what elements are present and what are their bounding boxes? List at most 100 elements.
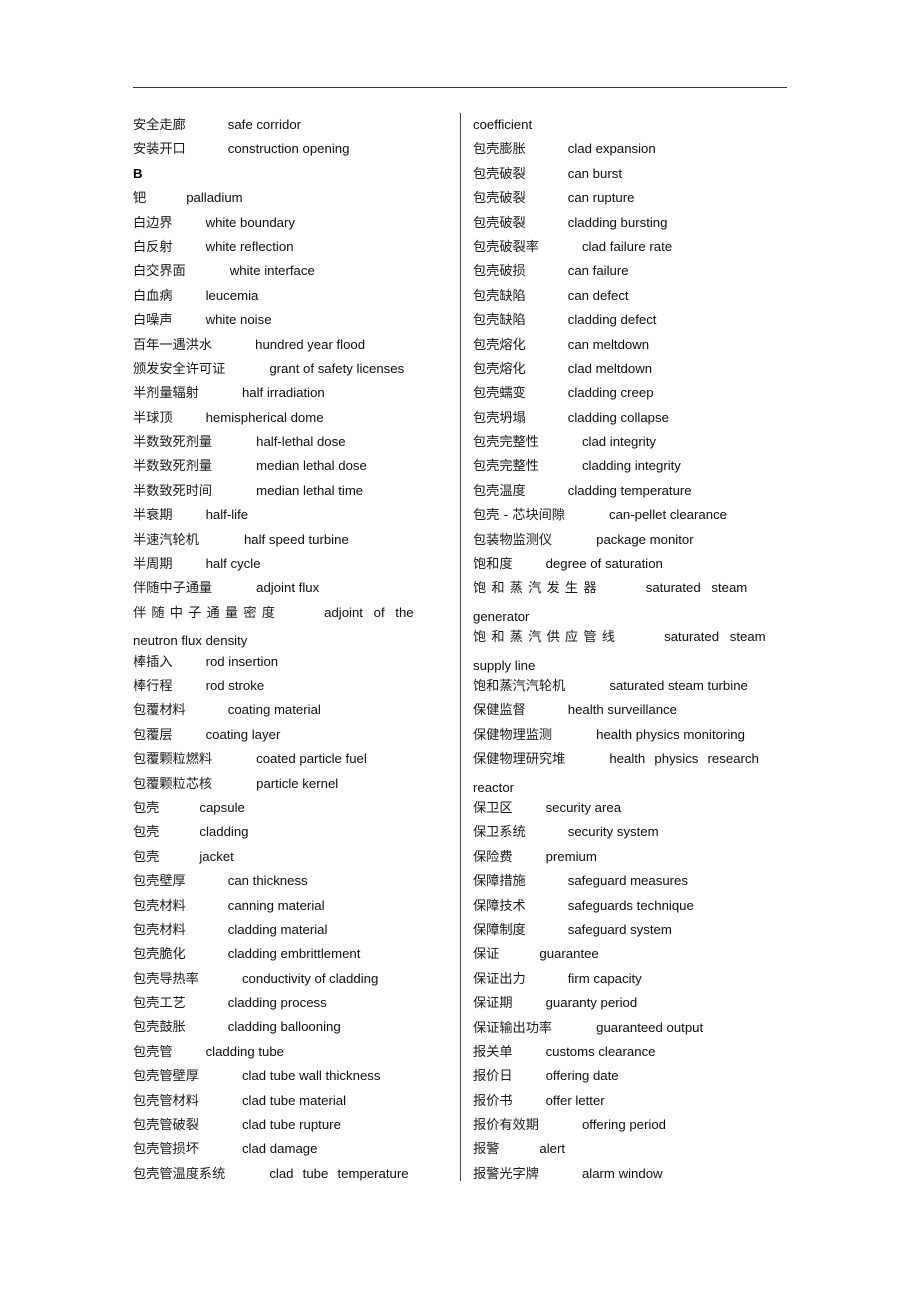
term-chinese: 钯 <box>133 191 147 207</box>
term-english: health surveillance <box>567 702 677 718</box>
term-english: security area <box>545 799 622 815</box>
glossary-entry: 报价日 offering date <box>473 1064 787 1088</box>
term-chinese: 包壳 <box>133 800 160 816</box>
term-chinese: 饱和蒸汽汽轮机 <box>473 679 566 695</box>
term-chinese: 饱和蒸汽发生器 <box>473 581 602 597</box>
glossary-entry: 包壳破裂率 clad failure rate <box>473 235 787 259</box>
glossary-entry: 白反射 white reflection <box>133 235 445 259</box>
term-english: half-life <box>205 507 249 523</box>
glossary-entry: 包壳管 cladding tube <box>133 1040 445 1064</box>
term-chinese: 保证出力 <box>473 971 526 987</box>
term-english: cladding ballooning <box>227 1019 341 1035</box>
glossary-entry: 半数致死时间 median lethal time <box>133 479 445 503</box>
header-separator-rule <box>133 87 787 88</box>
term-gap <box>513 1089 546 1113</box>
term-chinese: 半速汽轮机 <box>133 532 199 548</box>
glossary-entry: 包壳壁厚 can thickness <box>133 869 445 893</box>
term-chinese: 报价有效期 <box>473 1118 539 1134</box>
term-english: clad failure rate <box>581 238 673 254</box>
term-gap <box>526 259 568 283</box>
term-english: rod stroke <box>205 678 265 693</box>
term-gap <box>552 528 596 552</box>
term-chinese: 包壳完整性 <box>473 459 539 475</box>
term-gap <box>173 1040 206 1064</box>
term-chinese: 白交界面 <box>133 264 186 280</box>
term-english: safeguard system <box>567 921 672 937</box>
glossary-entry: 包壳缺陷 cladding defect <box>473 308 787 332</box>
term-chinese: 半数致死时间 <box>133 483 213 499</box>
term-english: safe corridor <box>227 117 302 132</box>
term-gap <box>526 308 568 332</box>
term-english: cladding integrity <box>581 458 681 474</box>
glossary-entry: 半数致死剂量 median lethal dose <box>133 454 445 478</box>
term-english: white interface <box>229 263 315 279</box>
term-chinese: 半剂量辐射 <box>133 386 199 402</box>
term-gap <box>526 137 568 161</box>
term-chinese: 保障措施 <box>473 874 526 890</box>
term-chinese: 白边界 <box>133 215 173 231</box>
term-english: can rupture <box>567 190 635 206</box>
term-chinese: 保健监督 <box>473 703 526 719</box>
term-gap <box>539 454 582 478</box>
term-chinese: 包覆材料 <box>133 703 186 719</box>
term-gap <box>526 406 568 430</box>
term-english: saturated steam <box>645 580 748 596</box>
term-gap <box>159 820 199 844</box>
term-chinese: 包壳管壁厚 <box>133 1069 199 1085</box>
term-chinese: 包壳破裂 <box>473 191 526 207</box>
glossary-entry: 包壳鼓胀 cladding ballooning <box>133 1015 445 1039</box>
glossary-entry: 棒行程 rod stroke <box>133 674 445 698</box>
term-chinese: 伴随中子通量 <box>133 581 213 597</box>
term-chinese: 白血病 <box>133 288 173 304</box>
term-gap <box>565 674 609 698</box>
glossary-entry: 棒插入 rod insertion <box>133 650 445 674</box>
term-gap <box>186 991 228 1015</box>
term-english: half-lethal dose <box>256 434 346 450</box>
term-chinese: 报关单 <box>473 1044 513 1060</box>
term-english: half speed turbine <box>243 531 349 547</box>
term-gap <box>173 406 206 430</box>
term-gap <box>280 601 324 625</box>
glossary-entry: 饱和度 degree of saturation <box>473 552 787 576</box>
glossary-entry: 包壳材料 canning material <box>133 894 445 918</box>
glossary-entry: 包壳导热率 conductivity of cladding <box>133 967 445 991</box>
term-chinese: 包壳材料 <box>133 898 186 914</box>
term-gap <box>539 430 582 454</box>
term-gap <box>513 1040 546 1064</box>
glossary-entry: 包壳脆化 cladding embrittlement <box>133 942 445 966</box>
term-chinese: 百年一遇洪水 <box>133 337 213 353</box>
term-chinese: 包壳膨胀 <box>473 142 526 158</box>
term-chinese: 包壳破裂 <box>473 215 526 231</box>
term-english: cladding material <box>227 921 328 937</box>
term-chinese: 白噪声 <box>133 313 173 329</box>
term-chinese: 保证期 <box>473 996 513 1012</box>
term-gap <box>173 211 206 235</box>
term-english: safeguard measures <box>567 873 688 889</box>
glossary-entry: 半剂量辐射 half irradiation <box>133 381 445 405</box>
term-english: half irradiation <box>241 385 325 401</box>
term-english: alarm window <box>581 1165 663 1181</box>
glossary-entry: 安全走廊 safe corridor <box>133 113 445 137</box>
term-english: white boundary <box>205 214 296 230</box>
glossary-entry: 包壳 capsule <box>133 796 445 820</box>
glossary-entry: 包壳材料 cladding material <box>133 918 445 942</box>
glossary-entry: 白血病 leucemia <box>133 284 445 308</box>
term-chinese: 包壳管 <box>133 1044 173 1060</box>
section-letter-row: B <box>133 162 445 186</box>
term-gap <box>199 381 242 405</box>
term-chinese: 包壳工艺 <box>133 996 186 1012</box>
term-gap <box>513 796 546 820</box>
glossary-entry: 包壳 - 芯块间隙 can-pellet clearance <box>473 503 787 527</box>
term-gap <box>186 113 228 137</box>
term-english: hemispherical dome <box>205 409 324 425</box>
term-gap <box>173 674 206 698</box>
term-english: offering date <box>545 1068 619 1084</box>
term-english: can meltdown <box>567 336 650 352</box>
term-gap <box>186 137 228 161</box>
term-english: median lethal dose <box>256 458 367 474</box>
glossary-entry: 保险费 premium <box>473 845 787 869</box>
term-english: safeguards technique <box>567 897 694 913</box>
term-gap <box>602 576 646 600</box>
term-english: package monitor <box>596 531 694 547</box>
term-chinese: 颁发安全许可证 <box>133 361 226 377</box>
